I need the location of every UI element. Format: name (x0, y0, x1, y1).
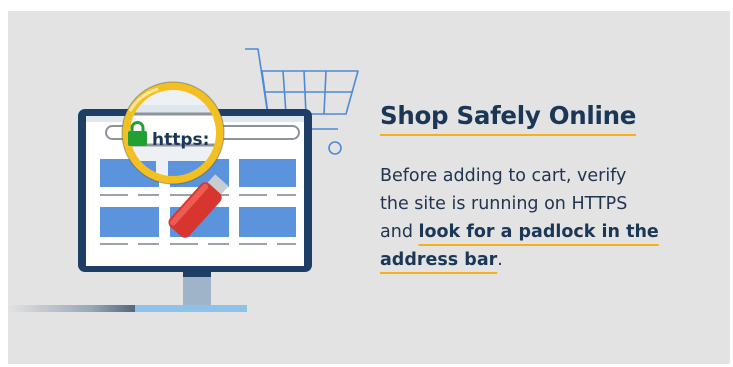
illustration: https: (8, 48, 359, 312)
description-line-2: the site is running on HTTPS (380, 194, 628, 214)
period: . (497, 250, 503, 270)
text-block: Shop Safely Online Before adding to cart… (380, 101, 710, 274)
description-line-3: and (380, 222, 419, 242)
highlight-text-1: look for a padlock in the (418, 222, 659, 242)
page-title: Shop Safely Online (380, 101, 636, 136)
highlight-text-2: address bar (380, 250, 498, 270)
description: Before adding to cart, verify the site i… (380, 162, 710, 274)
monitor-base (135, 305, 247, 312)
address-bar-text: https: (152, 130, 209, 150)
shop-safely-card: https: Shop Safely Online Before adding … (8, 11, 730, 364)
description-line-1: Before adding to cart, verify (380, 166, 627, 186)
